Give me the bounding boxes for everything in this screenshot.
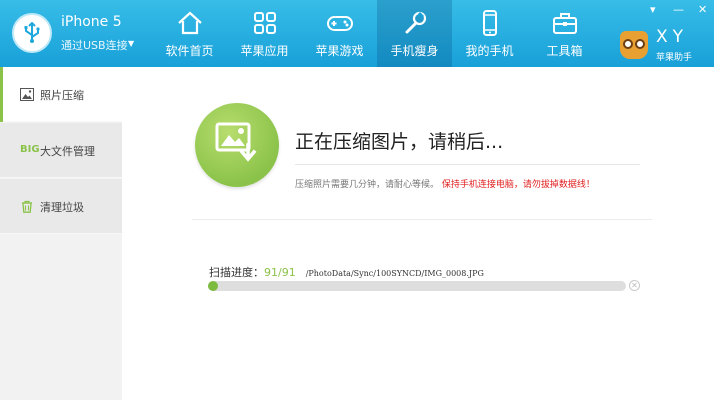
nav-label: 我的手机 <box>465 44 514 58</box>
device-selector[interactable]: iPhone 5 通过USB连接 ▼ <box>0 0 152 67</box>
photo-icon <box>20 88 34 101</box>
toolbox-icon <box>552 13 577 34</box>
nav-item-home[interactable]: 软件首页 <box>152 0 227 67</box>
wrench-icon <box>405 11 426 34</box>
trash-icon <box>22 200 32 213</box>
main-nav: 软件首页 苹果应用 苹果游戏 手机瘦身 我的手机 工具箱 <box>152 0 602 67</box>
nav-label: 软件首页 <box>165 44 214 58</box>
sidebar-item-label: 清理垃圾 <box>40 201 84 214</box>
compress-photo-icon <box>195 103 279 187</box>
nav-label: 手机瘦身 <box>390 44 439 58</box>
phone-icon <box>482 10 497 36</box>
cancel-progress-icon[interactable]: ✕ <box>629 280 640 291</box>
close-button[interactable]: ✕ <box>698 4 707 16</box>
nav-item-toolbox[interactable]: 工具箱 <box>527 0 602 67</box>
scan-file-path: /PhotoData/Sync/100SYNCD/IMG_0008.JPG <box>305 269 484 278</box>
main-panel: 正在压缩图片，请稍后... 压缩照片需要几分钟，请耐心等候。 保持手机连接电脑，… <box>122 67 714 400</box>
scan-count: 91/91 <box>264 266 296 279</box>
section-divider <box>192 219 652 220</box>
chevron-down-icon[interactable]: ▼ <box>128 39 134 48</box>
nav-item-slim[interactable]: 手机瘦身 <box>377 0 452 67</box>
big-icon: BIG <box>20 144 40 155</box>
nav-item-games[interactable]: 苹果游戏 <box>302 0 377 67</box>
connection-status: 通过USB连接 <box>61 39 128 52</box>
active-marker <box>0 67 3 122</box>
home-icon <box>177 11 202 35</box>
progress-bar <box>208 281 626 291</box>
gamepad-icon <box>326 16 353 31</box>
top-bar: iPhone 5 通过USB连接 ▼ 软件首页 苹果应用 苹果游戏 手机瘦身 我… <box>0 0 714 67</box>
desc-text: 压缩照片需要几分钟，请耐心等候。 <box>295 180 440 190</box>
usb-icon <box>12 13 52 53</box>
sidebar-item-clean-junk[interactable]: 清理垃圾 <box>0 179 122 234</box>
status-title: 正在压缩图片，请稍后... <box>295 131 504 153</box>
menu-dropdown-button[interactable]: ▾ <box>650 4 656 16</box>
nav-label: 苹果应用 <box>240 44 289 58</box>
nav-label: 工具箱 <box>546 44 583 58</box>
owl-mascot-icon <box>620 31 648 59</box>
xy-logo: XY 苹果助手 <box>620 27 712 63</box>
device-name: iPhone 5 <box>61 14 122 30</box>
nav-item-apps[interactable]: 苹果应用 <box>227 0 302 67</box>
scan-progress-row: 扫描进度：91/91/PhotoData/Sync/100SYNCD/IMG_0… <box>209 261 484 280</box>
sidebar-item-photo-compress[interactable]: 照片压缩 <box>0 67 122 122</box>
logo-subtitle: 苹果助手 <box>656 53 693 63</box>
progress-fill <box>208 281 218 291</box>
minimize-button[interactable]: — <box>673 4 684 16</box>
sidebar-item-large-files[interactable]: BIG 大文件管理 <box>0 123 122 178</box>
nav-item-my-phone[interactable]: 我的手机 <box>452 0 527 67</box>
logo-text: XY <box>656 27 689 47</box>
title-divider <box>295 164 640 165</box>
sidebar: 照片压缩 BIG 大文件管理 清理垃圾 <box>0 67 122 400</box>
apps-grid-icon <box>253 12 276 34</box>
sidebar-item-label: 照片压缩 <box>40 89 84 102</box>
status-description: 压缩照片需要几分钟，请耐心等候。 保持手机连接电脑，请勿拔掉数据线！ <box>295 177 595 190</box>
warning-text: 保持手机连接电脑，请勿拔掉数据线！ <box>441 180 595 190</box>
sidebar-item-label: 大文件管理 <box>40 145 95 158</box>
nav-label: 苹果游戏 <box>315 44 364 58</box>
scan-label: 扫描进度： <box>209 266 264 279</box>
